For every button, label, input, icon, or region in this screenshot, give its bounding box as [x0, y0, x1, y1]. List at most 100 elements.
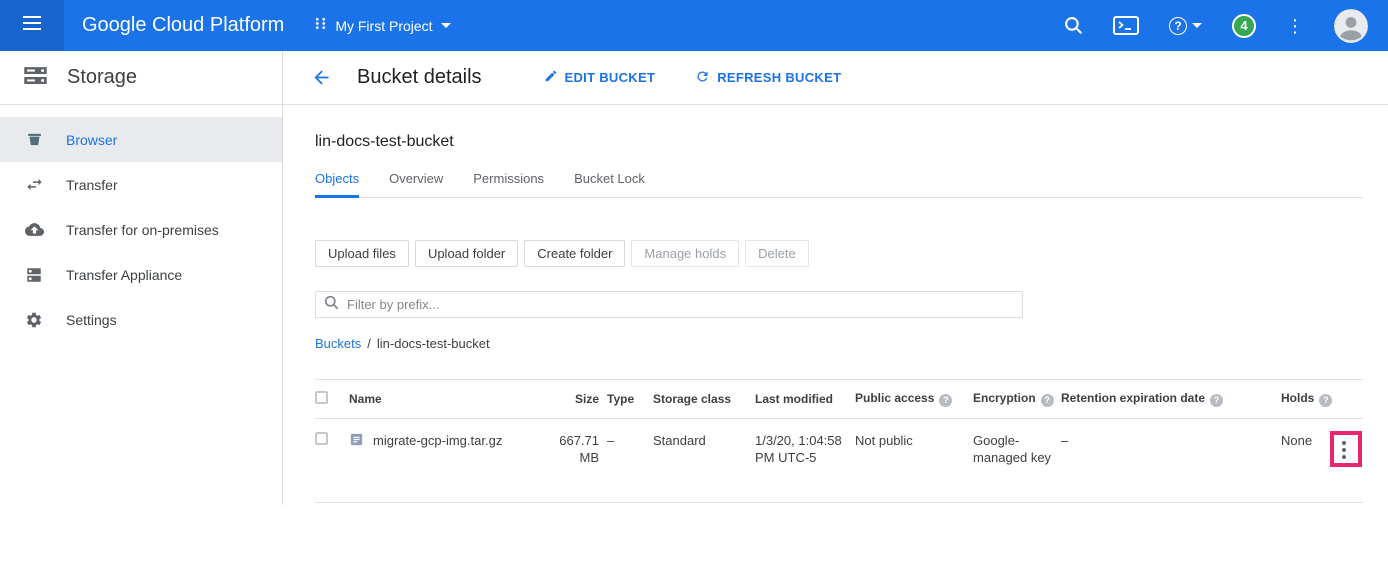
column-header-type: Type [607, 392, 634, 406]
object-name-link[interactable]: migrate-gcp-img.tar.gz [373, 432, 502, 449]
sidebar-item-label: Transfer [66, 177, 118, 193]
sidebar-item-label: Transfer for on-premises [66, 222, 219, 238]
tab-label: Overview [389, 171, 443, 186]
cloud-shell-icon[interactable] [1113, 16, 1139, 35]
column-header-retention: Retention expiration date [1061, 391, 1205, 405]
chevron-down-icon [441, 23, 451, 28]
upload-folder-button[interactable]: Upload folder [415, 240, 518, 267]
refresh-bucket-button[interactable]: REFRESH BUCKET [695, 69, 841, 87]
main: Browser Transfer Transfer for on-premise… [0, 105, 1388, 505]
storage-product-icon [22, 62, 49, 94]
help-icon[interactable] [1041, 394, 1054, 407]
help-icon [1169, 17, 1187, 35]
tab-bucket-lock[interactable]: Bucket Lock [574, 171, 645, 197]
swap-arrows-icon [24, 175, 44, 194]
row-overflow-menu-icon[interactable] [1342, 441, 1346, 463]
breadcrumb-separator: / [367, 336, 371, 351]
hamburger-icon [23, 16, 41, 35]
object-actions: Upload files Upload folder Create folder… [315, 240, 1388, 267]
refresh-bucket-label: REFRESH BUCKET [717, 70, 841, 85]
delete-button: Delete [745, 240, 809, 267]
avatar[interactable] [1334, 9, 1368, 43]
manage-holds-button: Manage holds [631, 240, 739, 267]
breadcrumb-current: lin-docs-test-bucket [377, 336, 490, 351]
sidebar-item-label: Settings [66, 312, 117, 328]
project-icon [314, 17, 327, 35]
sidebar-item-label: Browser [66, 132, 117, 148]
tabs: Objects Overview Permissions Bucket Lock [315, 171, 1363, 198]
file-icon [349, 432, 364, 451]
annotation-highlight-box [1330, 431, 1362, 467]
project-selector[interactable]: My First Project [314, 17, 450, 35]
project-name: My First Project [335, 18, 432, 34]
objects-table: Name Size Type Storage class Last modifi… [315, 379, 1363, 503]
row-menu [1329, 432, 1355, 476]
bucket-name-heading: lin-docs-test-bucket [315, 133, 1388, 151]
column-header-last-modified: Last modified [755, 392, 833, 406]
row-checkbox[interactable] [315, 432, 328, 445]
help-icon[interactable] [939, 394, 952, 407]
column-header-encryption: Encryption [973, 391, 1036, 405]
sidebar-item-label: Transfer Appliance [66, 267, 182, 283]
pencil-icon [544, 69, 558, 86]
edit-bucket-button[interactable]: EDIT BUCKET [544, 69, 656, 86]
sidebar-item-transfer-appliance[interactable]: Transfer Appliance [0, 252, 282, 297]
topbar: Google Cloud Platform My First Project 4 [0, 0, 1388, 51]
tab-label: Bucket Lock [574, 171, 645, 186]
breadcrumb-buckets-link[interactable]: Buckets [315, 336, 361, 351]
column-header-storage-class: Storage class [653, 392, 731, 406]
tab-overview[interactable]: Overview [389, 171, 443, 197]
product-title: Storage [67, 66, 137, 89]
page-title: Bucket details [357, 66, 482, 89]
help-menu[interactable] [1169, 17, 1202, 35]
select-all-checkbox[interactable] [315, 391, 328, 404]
cell-last-modified: 1/3/20, 1:04:58 PM UTC-5 [755, 419, 855, 503]
sidebar-item-browser[interactable]: Browser [0, 117, 282, 162]
topbar-actions: 4 [1064, 9, 1388, 43]
tab-objects[interactable]: Objects [315, 171, 359, 197]
content: lin-docs-test-bucket Objects Overview Pe… [283, 105, 1388, 505]
gear-icon [24, 311, 44, 329]
overflow-menu-icon[interactable] [1286, 17, 1304, 35]
page-header: Bucket details EDIT BUCKET REFRESH BUCKE… [283, 51, 841, 104]
column-header-public-access: Public access [855, 391, 934, 405]
sidebar-header: Storage [0, 51, 283, 104]
column-header-holds: Holds [1281, 391, 1314, 405]
create-folder-button[interactable]: Create folder [524, 240, 625, 267]
chevron-down-icon [1192, 23, 1202, 28]
tab-label: Permissions [473, 171, 544, 186]
notifications-badge[interactable]: 4 [1232, 14, 1256, 38]
help-icon[interactable] [1210, 394, 1223, 407]
edit-bucket-label: EDIT BUCKET [565, 70, 656, 85]
cell-type: – [607, 419, 653, 503]
app-header: Storage Bucket details EDIT BUCKET REFRE… [0, 51, 1388, 105]
cell-storage-class: Standard [653, 419, 755, 503]
appliance-icon [24, 266, 44, 284]
back-arrow-icon[interactable] [311, 67, 332, 88]
sidebar-nav: Browser Transfer Transfer for on-premise… [0, 105, 283, 505]
hamburger-menu-button[interactable] [0, 0, 64, 51]
breadcrumb: Buckets / lin-docs-test-bucket [315, 336, 1388, 351]
tab-permissions[interactable]: Permissions [473, 171, 544, 197]
search-icon[interactable] [1064, 16, 1083, 35]
cell-size: 667.71 MB [551, 419, 607, 503]
upload-files-button[interactable]: Upload files [315, 240, 409, 267]
sidebar-item-transfer[interactable]: Transfer [0, 162, 282, 207]
sidebar-item-transfer-on-premises[interactable]: Transfer for on-premises [0, 207, 282, 252]
refresh-icon [695, 69, 710, 87]
cell-public-access: Not public [855, 419, 973, 503]
tab-label: Objects [315, 171, 359, 186]
bucket-icon [24, 131, 44, 148]
table-header-row: Name Size Type Storage class Last modifi… [315, 380, 1363, 419]
cloud-upload-icon [24, 220, 44, 239]
filter-input[interactable] [347, 297, 1014, 312]
sidebar-item-settings[interactable]: Settings [0, 297, 282, 342]
cell-retention: – [1061, 419, 1281, 503]
cell-encryption: Google-managed key [973, 419, 1061, 503]
cell-holds: None [1281, 419, 1329, 503]
brand-logo: Google Cloud Platform [64, 14, 284, 37]
filter-box [315, 291, 1023, 318]
search-icon [324, 295, 339, 315]
column-header-name: Name [349, 392, 382, 406]
table-row: migrate-gcp-img.tar.gz 667.71 MB – Stand… [315, 419, 1363, 503]
